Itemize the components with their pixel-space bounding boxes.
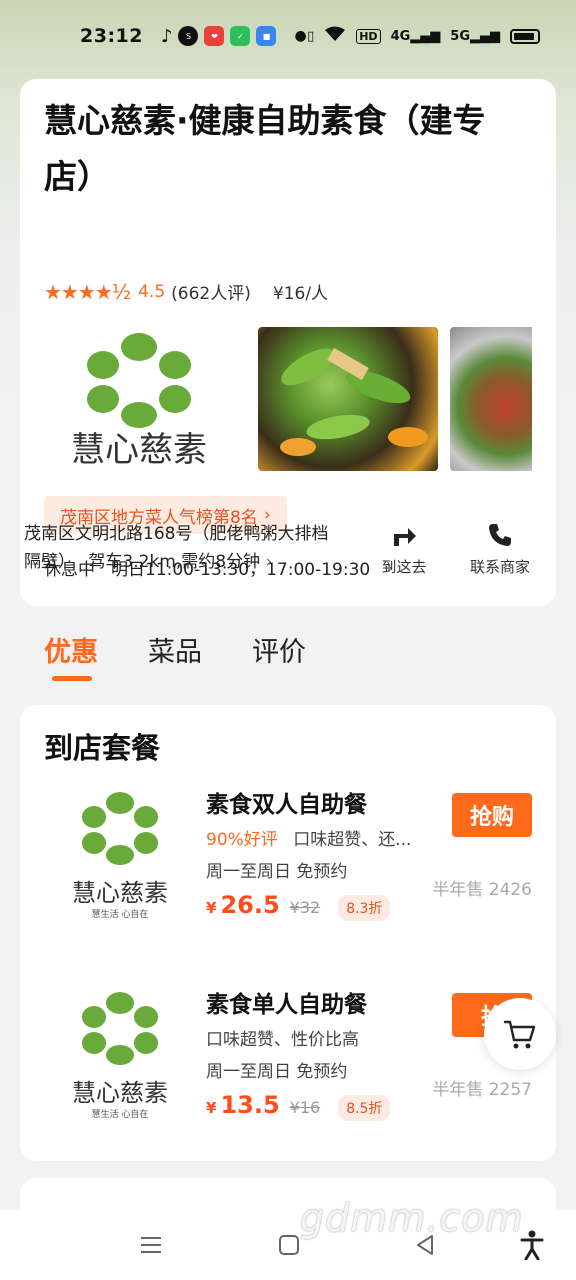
contact-merchant-button[interactable]: 联系商家 — [464, 522, 536, 577]
status-bar: 23:12 ♪ S ❤ ✓ ■ ● ▯ HD 4G▂▄▆ 5G▂▄▆ — [0, 0, 576, 72]
signal-5g-icon: 5G▂▄▆ — [450, 28, 500, 44]
deal-currency: ¥ — [206, 1099, 217, 1117]
price-per-person: ¥16/人 — [272, 284, 329, 304]
shopping-cart-icon — [503, 1020, 536, 1049]
deal-discount-badge: 8.3折 — [338, 895, 391, 921]
deal-item[interactable]: 慧心慈素 慧生活 心自在 素食单人自助餐 口味超赞、性价比高 周一至周日 免预约… — [20, 985, 556, 1175]
deal-availability: 周一至周日 免预约 — [206, 862, 348, 882]
menu-icon[interactable] — [140, 1234, 162, 1256]
tab-deals[interactable]: 优惠 — [44, 630, 98, 681]
tab-dishes-label: 菜品 — [148, 637, 202, 668]
shop-logo-text: 慧心慈素 — [71, 430, 207, 470]
deal-price: 13.5 — [220, 1091, 280, 1119]
status-system-icons: ▯ HD 4G▂▄▆ 5G▂▄▆ — [307, 26, 540, 46]
deal-logo: 慧心慈素 慧生活 心自在 — [62, 989, 178, 1120]
status-app-icons: ♪ S ❤ ✓ ■ ● — [161, 26, 307, 47]
phone-icon — [489, 524, 511, 546]
soul-app-icon: S — [178, 26, 199, 46]
navigate-button[interactable]: 到这去 — [374, 522, 434, 577]
deal-item[interactable]: 慧心慈素 慧生活 心自在 素食双人自助餐 90%好评 口味超赞、还... 周一至… — [20, 785, 556, 975]
rating-score: 4.5 — [138, 281, 166, 302]
home-icon[interactable] — [278, 1234, 300, 1256]
dish-photo-stirfry[interactable] — [258, 327, 438, 471]
deal-logo-subtext: 慧生活 心自在 — [92, 1108, 149, 1119]
shop-title: 慧心慈素·健康自助素食（建专店） — [44, 101, 486, 196]
deal-discount-badge: 8.5折 — [338, 1095, 391, 1121]
deal-tags: 口味超赞、性价比高 — [206, 1030, 359, 1050]
dot-icon: ● — [294, 28, 307, 44]
cart-button[interactable] — [484, 998, 556, 1070]
red-app-icon: ❤ — [204, 26, 225, 46]
wifi-icon — [324, 26, 346, 46]
rating-stars-icon: ★★★★½ — [44, 279, 131, 304]
shop-photo-strip[interactable]: 慧心慈素 — [44, 327, 532, 471]
content-tabs: 优惠 菜品 评价 — [44, 630, 306, 681]
signal-4g-label: 4G — [390, 28, 411, 44]
music-note-icon: ♪ — [160, 25, 173, 47]
green-app-icon: ✓ — [230, 26, 251, 46]
deal-price-row: ¥ 26.5 ¥32 8.3折 — [206, 891, 391, 921]
signal-5g-label: 5G — [450, 28, 470, 44]
vibrate-icon: ▯ — [307, 28, 315, 44]
deal-name: 素食单人自助餐 — [206, 992, 367, 1018]
contact-label: 联系商家 — [469, 558, 530, 576]
deal-availability: 周一至周日 免预约 — [206, 1062, 348, 1082]
tab-reviews-label: 评价 — [252, 637, 306, 668]
status-time: 23:12 — [80, 25, 143, 47]
shop-logo: 慧心慈素 — [44, 327, 234, 471]
deal-original-price: ¥16 — [289, 1098, 321, 1117]
blue-app-icon: ■ — [256, 26, 277, 46]
tab-dishes[interactable]: 菜品 — [148, 630, 202, 669]
watermark: gdmm.com — [300, 1196, 524, 1240]
deal-tags: 口味超赞、还... — [293, 830, 412, 850]
deal-logo-text: 慧心慈素 — [72, 1079, 168, 1107]
deal-logo: 慧心慈素 慧生活 心自在 — [62, 789, 178, 920]
distance-text: 驾车3.2km,需约8分钟 — [88, 552, 261, 572]
tab-reviews[interactable]: 评价 — [252, 630, 306, 669]
deal-logo-subtext: 慧生活 心自在 — [92, 908, 149, 919]
shop-address[interactable]: 茂南区文明北路168号（肥佬鸭粥大排档隔壁） 驾车3.2km,需约8分钟 › — [24, 520, 344, 576]
review-count: (662人评) — [171, 284, 251, 304]
deal-name: 素食双人自助餐 — [206, 792, 367, 818]
deal-logo-text: 慧心慈素 — [72, 879, 168, 907]
deal-original-price: ¥32 — [289, 898, 321, 917]
deal-price-row: ¥ 13.5 ¥16 8.5折 — [206, 1091, 391, 1121]
navigate-label: 到这去 — [381, 558, 427, 576]
dish-photo-pot[interactable] — [450, 327, 532, 471]
battery-icon — [510, 28, 540, 44]
hd-badge: HD — [356, 28, 381, 44]
chevron-right-icon: › — [265, 552, 273, 572]
deal-good-rate: 90%好评 — [206, 830, 278, 850]
route-arrow-icon — [394, 528, 416, 546]
deal-sold-count: 半年售 2426 — [432, 880, 532, 900]
deal-review-line: 90%好评 口味超赞、还... — [206, 825, 411, 850]
active-tab-indicator — [52, 676, 92, 681]
deals-section-title: 到店套餐 — [44, 731, 161, 765]
deal-price: 26.5 — [220, 891, 280, 919]
deal-currency: ¥ — [206, 899, 217, 917]
tab-deals-label: 优惠 — [44, 637, 98, 668]
buy-button[interactable]: 抢购 — [452, 793, 532, 837]
deal-sold-count: 半年售 2257 — [432, 1080, 532, 1100]
signal-4g-icon: 4G▂▄▆ — [390, 28, 441, 44]
rating-row[interactable]: ★★★★½ 4.5 (662人评) ¥16/人 — [44, 279, 329, 305]
deal-review-line: 口味超赞、性价比高 — [206, 1025, 359, 1050]
deals-card: 到店套餐 慧心慈素 慧生活 心自在 素食双人自助餐 90%好评 口味超赞、还..… — [20, 705, 556, 1161]
